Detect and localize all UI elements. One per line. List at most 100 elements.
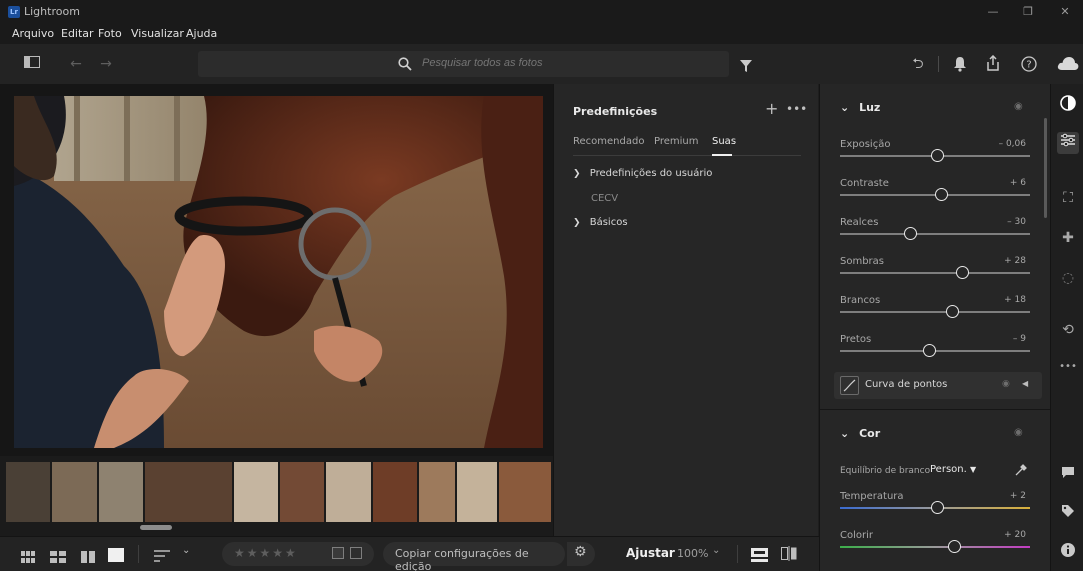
white-balance-label: Equilíbrio de branco xyxy=(840,466,931,476)
restore-icon[interactable]: ❐ xyxy=(1013,3,1043,21)
undo-icon[interactable]: ⮌ xyxy=(906,54,930,74)
caret-left-icon[interactable]: ◀ xyxy=(1022,379,1028,388)
comments-icon[interactable] xyxy=(1057,464,1079,486)
filmstrip-thumbnail[interactable] xyxy=(457,462,497,522)
group-user-presets[interactable]: ❯ Predefinições do usuário xyxy=(573,168,712,179)
slider-handle[interactable] xyxy=(948,540,961,553)
star-rating-icon[interactable]: ★★★★★ xyxy=(234,546,298,560)
filmstrip-thumbnail[interactable] xyxy=(280,462,324,522)
filmstrip-scrollbar[interactable] xyxy=(140,525,172,530)
before-after-icon[interactable] xyxy=(751,547,768,566)
copy-settings-gear-button[interactable]: ⚙ xyxy=(567,542,595,566)
slider-track[interactable] xyxy=(840,311,1030,313)
minimize-icon[interactable]: — xyxy=(978,3,1008,21)
slider-value[interactable]: + 28 xyxy=(1004,256,1026,266)
split-view-icon[interactable] xyxy=(781,546,797,565)
menu-ajuda[interactable]: Ajuda xyxy=(186,27,217,40)
crop-icon[interactable]: ⛶ xyxy=(1057,187,1079,209)
cloud-sync-icon[interactable] xyxy=(1057,56,1079,75)
slider-value[interactable]: – 0,06 xyxy=(999,139,1026,149)
preset-item-cecv[interactable]: CECV xyxy=(591,193,618,204)
white-balance-select[interactable]: Person. ▼ xyxy=(930,464,976,475)
slider-track[interactable] xyxy=(840,272,1030,274)
history-icon[interactable]: ⟲ xyxy=(1057,319,1079,341)
menu-editar[interactable]: Editar xyxy=(61,27,94,40)
slider-value[interactable]: – 30 xyxy=(1007,217,1026,227)
detail-view-icon[interactable] xyxy=(108,547,124,566)
filmstrip-thumbnail[interactable] xyxy=(326,462,371,522)
edit-sliders-icon[interactable] xyxy=(1057,132,1079,154)
more-options-icon[interactable]: ••• xyxy=(786,102,807,116)
compare-view-icon[interactable] xyxy=(81,548,95,567)
menu-foto[interactable]: Foto xyxy=(98,27,122,40)
title-bar: Lr Lightroom — ❐ ✕ xyxy=(0,0,1083,24)
edit-panel-scrollbar[interactable] xyxy=(1044,118,1047,218)
slider-value[interactable]: – 9 xyxy=(1013,334,1026,344)
light-section-header[interactable]: ⌄ Luz xyxy=(840,101,880,114)
tab-premium[interactable]: Premium xyxy=(654,136,699,147)
healing-bandage-icon[interactable]: ✚ xyxy=(1057,227,1079,249)
filmstrip-thumbnail[interactable] xyxy=(373,462,417,522)
add-preset-icon[interactable]: + xyxy=(765,99,778,118)
sort-icon[interactable] xyxy=(154,547,170,566)
filmstrip-thumbnail[interactable] xyxy=(6,462,50,522)
menu-visualizar[interactable]: Visualizar xyxy=(131,27,184,40)
slider-track[interactable] xyxy=(840,233,1030,235)
panel-toggle-icon[interactable] xyxy=(20,54,44,74)
flag-reject-icon[interactable] xyxy=(350,547,362,559)
slider-handle[interactable] xyxy=(934,188,948,201)
bottom-divider xyxy=(138,545,139,563)
share-icon[interactable] xyxy=(985,54,1001,76)
slider-handle[interactable] xyxy=(946,305,960,318)
forward-arrow-icon[interactable]: → xyxy=(94,54,118,74)
photo-grid-icon[interactable] xyxy=(50,548,66,567)
eyedropper-icon[interactable] xyxy=(1014,462,1028,481)
more-options-icon[interactable]: ••• xyxy=(1057,356,1079,378)
square-grid-icon[interactable] xyxy=(21,548,35,567)
tab-recomendado[interactable]: Recomendado xyxy=(573,136,644,147)
notifications-bell-icon[interactable] xyxy=(953,56,967,76)
slider-track[interactable] xyxy=(840,546,1030,548)
main-photo[interactable] xyxy=(14,96,543,448)
filmstrip-thumbnail[interactable] xyxy=(52,462,97,522)
tab-suas[interactable]: Suas xyxy=(712,136,736,147)
color-section-header[interactable]: ⌄ Cor xyxy=(840,427,880,440)
color-title: Cor xyxy=(859,427,881,440)
keywords-tag-icon[interactable] xyxy=(1057,503,1079,525)
help-icon[interactable]: ? xyxy=(1021,56,1037,76)
filmstrip-thumbnail[interactable] xyxy=(499,462,551,522)
close-icon[interactable]: ✕ xyxy=(1050,3,1080,21)
slider-handle[interactable] xyxy=(930,149,944,162)
chevron-down-icon[interactable]: ⌄ xyxy=(182,545,190,556)
menu-arquivo[interactable]: Arquivo xyxy=(12,27,54,40)
search-input[interactable] xyxy=(422,57,702,69)
filmstrip-thumbnail[interactable] xyxy=(99,462,143,522)
group-basicos[interactable]: ❯ Básicos xyxy=(573,217,628,228)
masking-icon[interactable]: ◌ xyxy=(1057,267,1079,289)
filmstrip-thumbnail[interactable] xyxy=(145,462,232,522)
point-curve-row[interactable]: Curva de pontos ◉ ◀ xyxy=(834,372,1042,399)
filmstrip-thumbnail[interactable] xyxy=(234,462,278,522)
slider-handle[interactable] xyxy=(904,227,918,240)
slider-value[interactable]: + 18 xyxy=(1004,295,1026,305)
slider-handle[interactable] xyxy=(923,344,937,357)
presets-tool-icon[interactable] xyxy=(1057,94,1079,116)
back-arrow-icon[interactable]: ← xyxy=(64,54,88,74)
slider-value[interactable]: + 2 xyxy=(1010,491,1026,501)
zoom-value[interactable]: 100% xyxy=(677,547,708,560)
filter-icon[interactable] xyxy=(740,57,752,76)
search-bar[interactable] xyxy=(198,51,729,77)
info-icon[interactable] xyxy=(1057,542,1079,564)
eye-visibility-icon[interactable]: ◉ xyxy=(1002,379,1010,389)
slider-handle[interactable] xyxy=(930,501,944,514)
flag-pick-icon[interactable] xyxy=(332,547,344,559)
filmstrip-thumbnail[interactable] xyxy=(419,462,455,522)
slider-handle[interactable] xyxy=(955,266,969,279)
fit-label[interactable]: Ajustar xyxy=(626,546,675,560)
slider-value[interactable]: + 20 xyxy=(1004,530,1026,540)
eye-visibility-icon[interactable]: ◉ xyxy=(1014,101,1023,112)
slider-value[interactable]: + 6 xyxy=(1010,178,1026,188)
chevron-down-icon[interactable]: ⌄ xyxy=(712,545,720,556)
eye-visibility-icon[interactable]: ◉ xyxy=(1014,427,1023,438)
copy-settings-button[interactable]: Copiar configurações de edição xyxy=(383,542,565,571)
